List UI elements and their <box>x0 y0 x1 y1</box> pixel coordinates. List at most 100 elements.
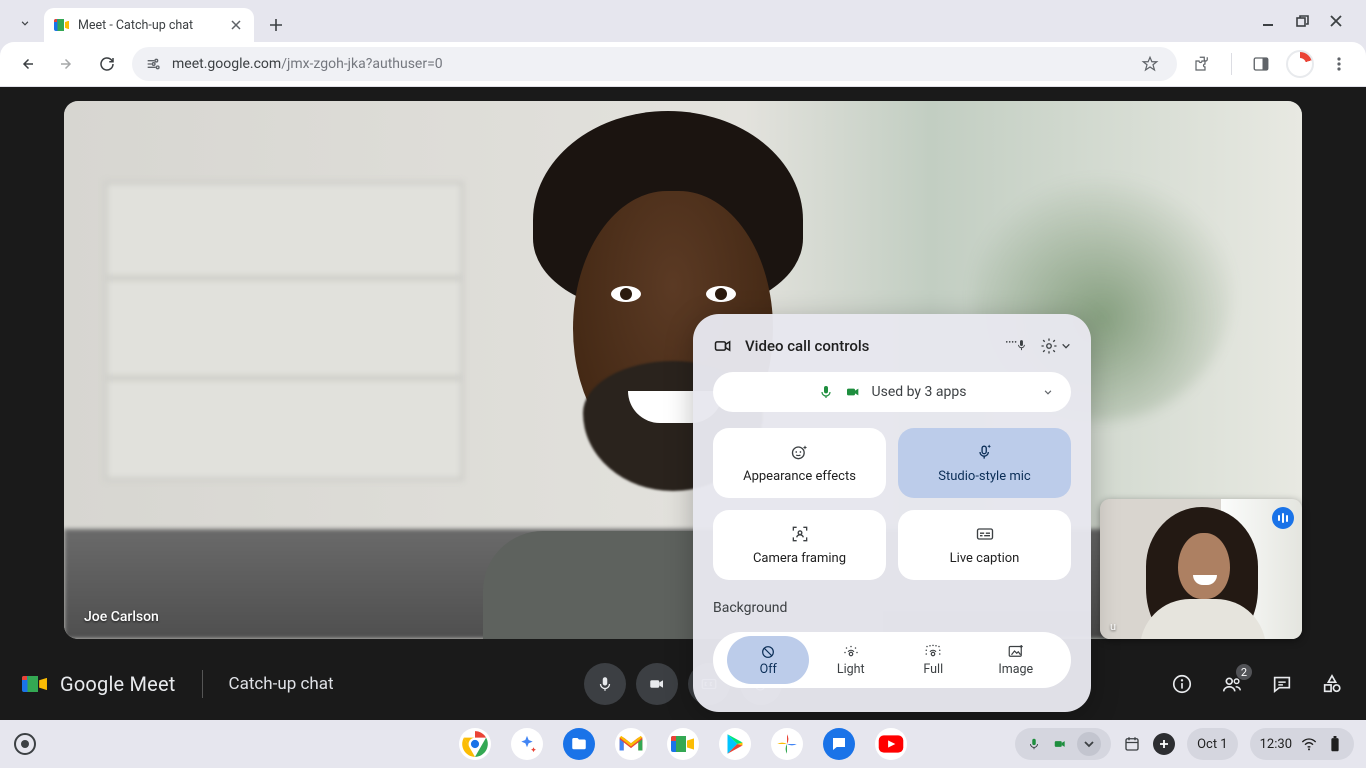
play-store-app-icon[interactable] <box>719 728 751 760</box>
gmail-app-icon[interactable] <box>615 728 647 760</box>
mic-level-icon <box>1005 337 1025 355</box>
device-usage-dropdown[interactable]: Used by 3 apps <box>713 372 1071 412</box>
browser-toolbar: meet.google.com/jmx-zgoh-jka?authuser=0 <box>0 42 1366 87</box>
meet-logo-icon <box>22 673 48 695</box>
site-info-button[interactable] <box>144 55 162 73</box>
info-icon <box>1171 673 1193 695</box>
shelf-apps <box>459 728 907 760</box>
panel-header: Video call controls <box>713 336 1071 356</box>
address-bar[interactable]: meet.google.com/jmx-zgoh-jka?authuser=0 <box>132 47 1177 81</box>
media-controls-pill[interactable] <box>1015 728 1111 760</box>
meet-favicon-icon <box>54 17 70 33</box>
kebab-icon <box>1331 56 1347 72</box>
window-minimize-button[interactable] <box>1260 13 1276 29</box>
background-section-label: Background <box>713 600 1071 616</box>
shelf-time: 12:30 <box>1260 737 1292 752</box>
photos-app-icon[interactable] <box>771 728 803 760</box>
studio-mic-tile[interactable]: Studio-style mic <box>898 428 1071 498</box>
live-caption-tile[interactable]: Live caption <box>898 510 1071 580</box>
usage-text: Used by 3 apps <box>872 384 967 400</box>
arrow-right-icon <box>58 55 76 73</box>
bg-option-light[interactable]: Light <box>810 643 893 677</box>
window-close-button[interactable] <box>1328 13 1344 29</box>
url-text: meet.google.com/jmx-zgoh-jka?authuser=0 <box>172 56 443 72</box>
face-sparkle-icon <box>790 442 810 462</box>
tab-search-button[interactable] <box>10 8 40 38</box>
mic-header-button[interactable] <box>1005 336 1025 356</box>
mic-icon <box>596 675 614 693</box>
meet-app-icon[interactable] <box>667 728 699 760</box>
mic-sparkle-icon <box>975 442 995 462</box>
meeting-info-button[interactable] <box>1170 672 1194 696</box>
star-icon <box>1141 55 1159 73</box>
chevron-down-icon <box>18 16 32 30</box>
shapes-icon <box>1321 673 1343 695</box>
window-restore-button[interactable] <box>1294 13 1310 29</box>
chromeos-shelf: Oct 1 12:30 <box>0 720 1366 768</box>
people-button[interactable]: 2 <box>1220 672 1244 696</box>
messages-app-icon[interactable] <box>823 728 855 760</box>
extensions-button[interactable] <box>1187 49 1217 79</box>
phone-hub-button[interactable] <box>1153 733 1175 755</box>
meet-bottom-bar: Google Meet Catch-up chat 2 <box>0 648 1366 720</box>
video-icon <box>648 675 666 693</box>
restore-icon <box>1295 14 1309 28</box>
bg-option-image[interactable]: Image <box>975 643 1058 677</box>
calendar-tray-button[interactable] <box>1123 735 1141 753</box>
background-option-row: Off Light Full Image <box>713 632 1071 688</box>
chat-icon <box>1271 673 1293 695</box>
browser-tab[interactable]: Meet - Catch-up chat <box>44 8 254 42</box>
toolbar-separator <box>1231 53 1232 75</box>
plus-icon <box>1158 738 1170 750</box>
tray-collapse-button[interactable] <box>1077 732 1101 756</box>
blur-full-icon <box>924 643 942 659</box>
launcher-button[interactable] <box>14 733 36 755</box>
assistant-app-icon[interactable] <box>511 728 543 760</box>
self-name-label: u <box>1110 620 1116 633</box>
panel-settings-button[interactable] <box>1039 336 1059 356</box>
meeting-name: Catch-up chat <box>229 674 334 694</box>
arrow-left-icon <box>18 55 36 73</box>
camera-framing-tile[interactable]: Camera framing <box>713 510 886 580</box>
nav-back-button[interactable] <box>12 49 42 79</box>
participant-count-badge: 2 <box>1236 664 1252 680</box>
brand-text: Google Meet <box>60 672 176 696</box>
chevron-down-icon <box>1041 385 1055 399</box>
side-panel-button[interactable] <box>1246 49 1276 79</box>
nav-forward-button[interactable] <box>52 49 82 79</box>
close-icon <box>1329 14 1343 28</box>
center-focus-icon <box>790 524 810 544</box>
mic-green-icon <box>818 384 834 400</box>
calendar-icon <box>1123 735 1141 753</box>
self-view-tile[interactable]: u <box>1100 499 1302 639</box>
new-tab-button[interactable] <box>262 11 290 39</box>
mic-toggle-button[interactable] <box>584 663 626 705</box>
activities-button[interactable] <box>1320 672 1344 696</box>
participant-name-label: Joe Carlson <box>84 609 159 625</box>
panel-title: Video call controls <box>745 337 869 355</box>
bookmark-button[interactable] <box>1135 49 1165 79</box>
camera-toggle-button[interactable] <box>636 663 678 705</box>
chrome-app-icon[interactable] <box>459 728 491 760</box>
nav-reload-button[interactable] <box>92 49 122 79</box>
shelf-date: Oct 1 <box>1197 737 1228 752</box>
profile-button[interactable] <box>1286 50 1314 78</box>
sidepanel-icon <box>1252 55 1270 73</box>
bg-option-full[interactable]: Full <box>892 643 975 677</box>
status-pill[interactable]: Oct 1 <box>1187 728 1238 760</box>
files-app-icon[interactable] <box>563 728 595 760</box>
quick-settings-pill[interactable]: 12:30 <box>1250 728 1354 760</box>
browser-menu-button[interactable] <box>1324 49 1354 79</box>
window-controls <box>1260 0 1362 42</box>
youtube-app-icon[interactable] <box>875 728 907 760</box>
appearance-effects-tile[interactable]: Appearance effects <box>713 428 886 498</box>
tab-strip: Meet - Catch-up chat <box>0 0 1366 42</box>
bg-option-off[interactable]: Off <box>727 636 810 684</box>
tab-close-button[interactable] <box>228 17 244 33</box>
plus-icon <box>269 18 283 32</box>
meet-brand: Google Meet Catch-up chat <box>22 670 334 698</box>
gear-icon <box>1040 337 1058 355</box>
chat-button[interactable] <box>1270 672 1294 696</box>
speaking-indicator-icon <box>1272 507 1294 529</box>
puzzle-icon <box>1193 55 1211 73</box>
